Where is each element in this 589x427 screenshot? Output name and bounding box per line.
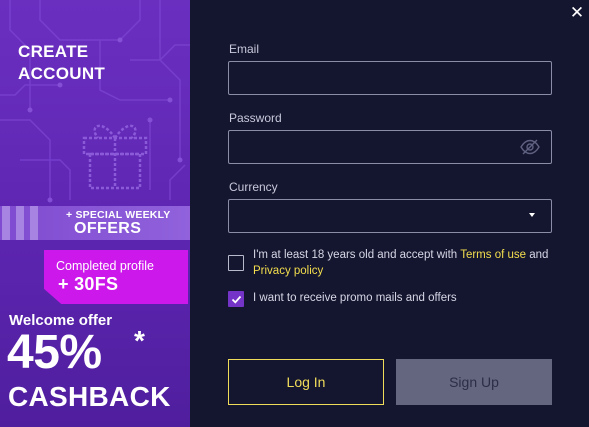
stripe-decoration — [2, 206, 38, 240]
age-consent-text-middle: and — [526, 249, 549, 261]
terms-link[interactable]: Terms of use — [460, 249, 526, 261]
weekly-offers-title: OFFERS — [74, 220, 142, 237]
age-consent-checkbox[interactable] — [228, 255, 244, 271]
promo-title: CREATE ACCOUNT — [18, 42, 106, 83]
cashback-asterisk: * — [134, 325, 145, 356]
currency-label: Currency — [229, 180, 278, 194]
email-label: Email — [229, 42, 260, 56]
profile-bonus-subtitle: Completed profile — [56, 259, 154, 273]
gift-icon — [82, 124, 148, 190]
cashback-percent: 45% — [7, 326, 102, 379]
close-icon[interactable]: ✕ — [566, 2, 588, 24]
currency-select[interactable] — [228, 199, 552, 233]
privacy-link[interactable]: Privacy policy — [253, 265, 323, 277]
check-icon — [231, 295, 242, 304]
eye-off-icon[interactable] — [519, 138, 541, 156]
login-button[interactable]: Log In — [228, 359, 384, 405]
email-field[interactable] — [228, 61, 552, 95]
password-field[interactable] — [228, 130, 552, 164]
password-label: Password — [229, 111, 282, 125]
promo-consent-checkbox[interactable] — [228, 291, 244, 307]
promo-consent-text: I want to receive promo mails and offers — [253, 292, 457, 304]
caret-down-icon[interactable] — [529, 213, 535, 217]
age-consent-text-start: I'm at least 18 years old and accept wit… — [253, 249, 461, 261]
signup-button[interactable]: Sign Up — [396, 359, 552, 405]
promo-panel: CREATE ACCOUNT + SPECIAL WEEKLY OFFERS C… — [0, 0, 190, 427]
age-consent-text: I'm at least 18 years old and accept wit… — [253, 247, 553, 279]
profile-bonus-value: + 30FS — [58, 274, 119, 294]
cashback-label: CASHBACK — [8, 381, 171, 412]
